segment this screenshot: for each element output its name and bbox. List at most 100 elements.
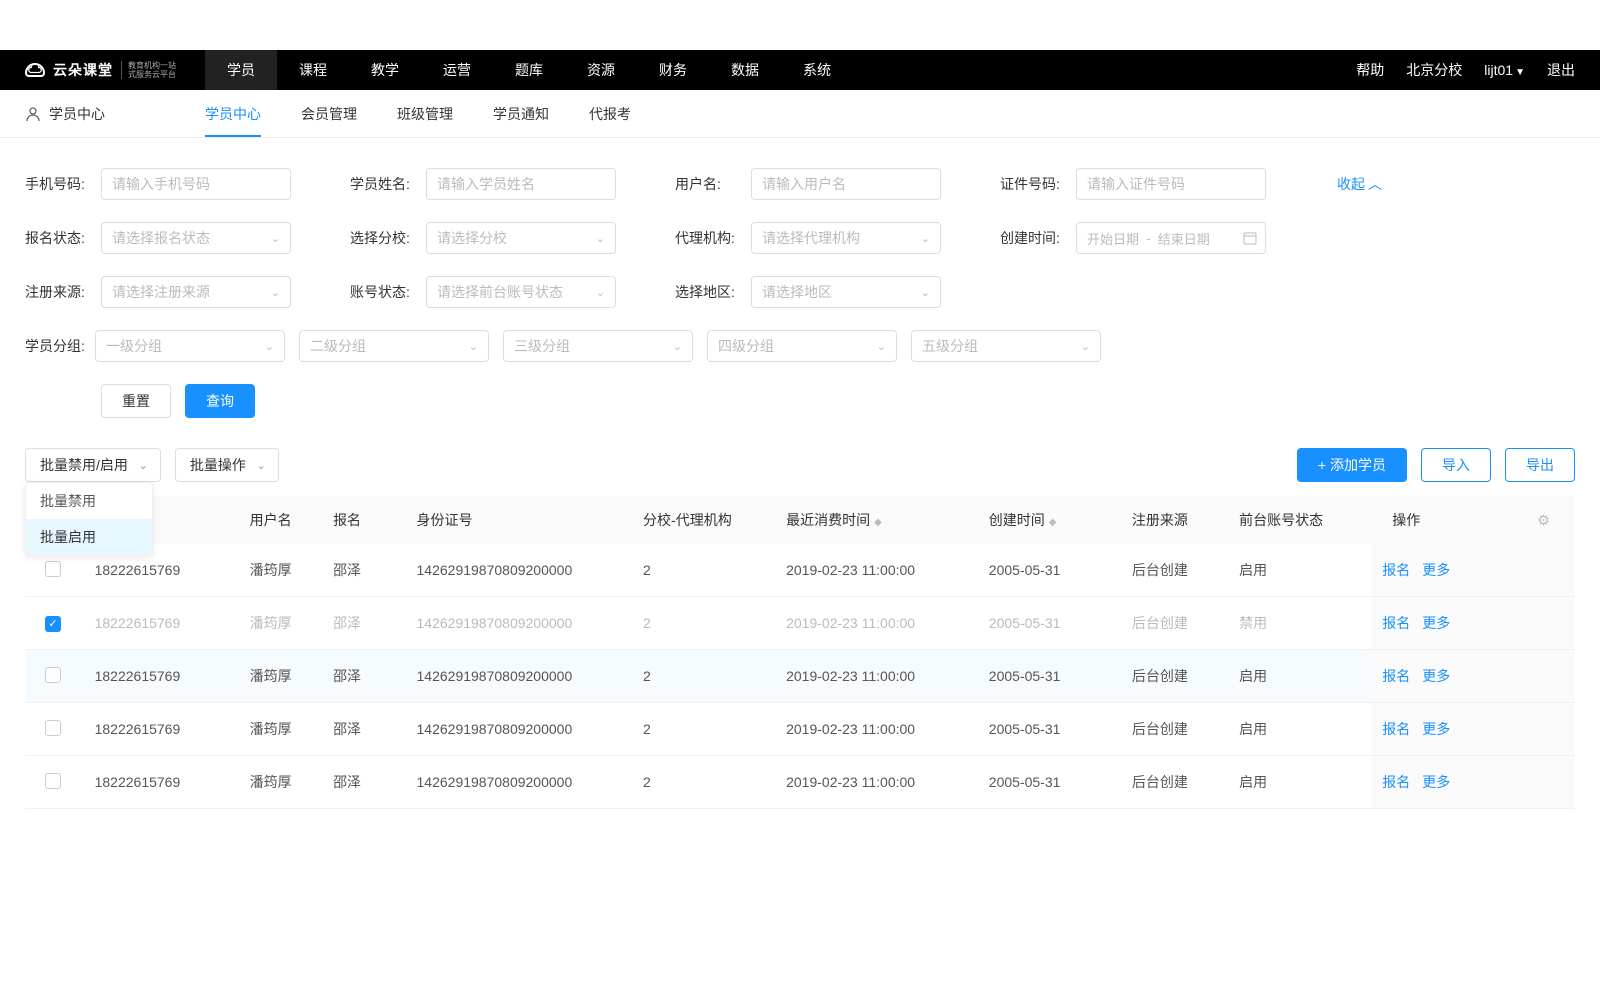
branch-label: 选择分校: [350, 228, 420, 248]
cell-phone: 18222615769 [85, 756, 240, 809]
row-checkbox[interactable] [45, 773, 61, 789]
phone-label: 手机号码: [25, 174, 95, 194]
cell-status: 启用 [1229, 756, 1372, 809]
batch-ops-dropdown[interactable]: 批量操作⌄ [175, 448, 279, 482]
group-select-5[interactable]: 五级分组⌄ [911, 330, 1101, 362]
reset-button[interactable]: 重置 [101, 384, 171, 418]
col-reg[interactable]: 报名 [323, 496, 406, 544]
topnav-item-0[interactable]: 学员 [205, 50, 277, 90]
col-user[interactable]: 用户名 [240, 496, 323, 544]
accstatus-select[interactable]: 请选择前台账号状态⌄ [426, 276, 616, 308]
register-link[interactable]: 报名 [1382, 562, 1410, 578]
regsource-select[interactable]: 请选择注册来源⌄ [101, 276, 291, 308]
topnav-item-2[interactable]: 教学 [349, 50, 421, 90]
dropdown-item-0[interactable]: 批量禁用 [26, 483, 152, 519]
topnav-item-8[interactable]: 系统 [781, 50, 853, 90]
more-link[interactable]: 更多 [1422, 774, 1450, 790]
sub-nav: 学员中心 学员中心会员管理班级管理学员通知代报考 [0, 90, 1600, 138]
chevron-up-icon: ︿ [1368, 174, 1382, 194]
idno-label: 证件号码: [1000, 174, 1070, 194]
dropdown-item-1[interactable]: 批量启用 [26, 519, 152, 555]
cell-reg: 邵泽 [323, 703, 406, 756]
col-id[interactable]: 身份证号 [407, 496, 634, 544]
subnav-tab-0[interactable]: 学员中心 [205, 90, 261, 137]
register-link[interactable]: 报名 [1382, 615, 1410, 631]
branch-select[interactable]: 请选择分校⌄ [426, 222, 616, 254]
subnav-tab-2[interactable]: 班级管理 [397, 90, 453, 137]
cell-create: 2005-05-31 [979, 544, 1122, 597]
user-menu[interactable]: lijt01▼ [1484, 62, 1525, 78]
cell-source: 后台创建 [1122, 703, 1229, 756]
branch-link[interactable]: 北京分校 [1406, 60, 1462, 80]
subnav-tab-1[interactable]: 会员管理 [301, 90, 357, 137]
add-student-button[interactable]: + 添加学员 [1297, 448, 1407, 482]
row-checkbox[interactable] [45, 667, 61, 683]
topnav-item-1[interactable]: 课程 [277, 50, 349, 90]
group-selects: 一级分组⌄ 二级分组⌄ 三级分组⌄ 四级分组⌄ 五级分组⌄ [95, 330, 1101, 362]
logo[interactable]: 云朵课堂 教育机构一站 式服务云平台 [25, 60, 205, 80]
more-link[interactable]: 更多 [1422, 615, 1450, 631]
accstatus-label: 账号状态: [350, 282, 420, 302]
phone-input[interactable] [101, 168, 291, 200]
group-select-2[interactable]: 二级分组⌄ [299, 330, 489, 362]
agency-label: 代理机构: [675, 228, 745, 248]
cell-source: 后台创建 [1122, 544, 1229, 597]
chevron-down-icon: ⌄ [257, 459, 266, 472]
logo-sub: 教育机构一站 式服务云平台 [121, 61, 176, 79]
col-source[interactable]: 注册来源 [1122, 496, 1229, 544]
register-link[interactable]: 报名 [1382, 721, 1410, 737]
col-create[interactable]: 创建时间◆ [979, 496, 1122, 544]
register-link[interactable]: 报名 [1382, 668, 1410, 684]
topnav-item-3[interactable]: 运营 [421, 50, 493, 90]
cell-user: 潘筠厚 [240, 703, 323, 756]
cell-consume: 2019-02-23 11:00:00 [776, 544, 979, 597]
page-title: 学员中心 [49, 104, 105, 124]
idno-input[interactable] [1076, 168, 1266, 200]
search-button[interactable]: 查询 [185, 384, 255, 418]
cell-status: 启用 [1229, 544, 1372, 597]
more-link[interactable]: 更多 [1422, 721, 1450, 737]
export-button[interactable]: 导出 [1505, 448, 1575, 482]
cell-status: 禁用 [1229, 597, 1372, 650]
regstatus-select[interactable]: 请选择报名状态⌄ [101, 222, 291, 254]
cell-status: 启用 [1229, 650, 1372, 703]
sort-icon: ◆ [1049, 517, 1057, 528]
logout-link[interactable]: 退出 [1547, 60, 1575, 80]
help-link[interactable]: 帮助 [1356, 60, 1384, 80]
row-checkbox[interactable] [45, 561, 61, 577]
cell-source: 后台创建 [1122, 650, 1229, 703]
col-status[interactable]: 前台账号状态 [1229, 496, 1372, 544]
topnav-item-7[interactable]: 数据 [709, 50, 781, 90]
chevron-down-icon: ⌄ [271, 232, 280, 245]
filter-form: 手机号码: 学员姓名: 用户名: 证件号码: 收起 ︿ 报名状态:请选择报名状态… [0, 138, 1600, 428]
subnav-tab-3[interactable]: 学员通知 [493, 90, 549, 137]
more-link[interactable]: 更多 [1422, 562, 1450, 578]
subnav-tab-4[interactable]: 代报考 [589, 90, 631, 137]
caret-down-icon: ▼ [1515, 67, 1525, 78]
collapse-toggle[interactable]: 收起 ︿ [1337, 174, 1382, 194]
region-select[interactable]: 请选择地区⌄ [751, 276, 941, 308]
import-button[interactable]: 导入 [1421, 448, 1491, 482]
register-link[interactable]: 报名 [1382, 774, 1410, 790]
username-label: 用户名: [675, 174, 745, 194]
topnav-item-5[interactable]: 资源 [565, 50, 637, 90]
chevron-down-icon: ⌄ [265, 340, 274, 353]
topnav-item-4[interactable]: 题库 [493, 50, 565, 90]
group-select-3[interactable]: 三级分组⌄ [503, 330, 693, 362]
gear-icon[interactable]: ⚙ [1537, 512, 1550, 528]
name-input[interactable] [426, 168, 616, 200]
group-select-1[interactable]: 一级分组⌄ [95, 330, 285, 362]
row-checkbox[interactable] [45, 720, 61, 736]
row-checkbox[interactable]: ✓ [45, 616, 61, 632]
col-consume[interactable]: 最近消费时间◆ [776, 496, 979, 544]
cell-create: 2005-05-31 [979, 756, 1122, 809]
group-select-4[interactable]: 四级分组⌄ [707, 330, 897, 362]
topnav-item-6[interactable]: 财务 [637, 50, 709, 90]
batch-toggle-dropdown[interactable]: 批量禁用/启用⌄ [25, 448, 161, 482]
date-range-picker[interactable]: 开始日期 - 结束日期 [1076, 222, 1266, 254]
username-input[interactable] [751, 168, 941, 200]
more-link[interactable]: 更多 [1422, 668, 1450, 684]
agency-select[interactable]: 请选择代理机构⌄ [751, 222, 941, 254]
cell-consume: 2019-02-23 11:00:00 [776, 650, 979, 703]
col-branch[interactable]: 分校-代理机构 [633, 496, 776, 544]
